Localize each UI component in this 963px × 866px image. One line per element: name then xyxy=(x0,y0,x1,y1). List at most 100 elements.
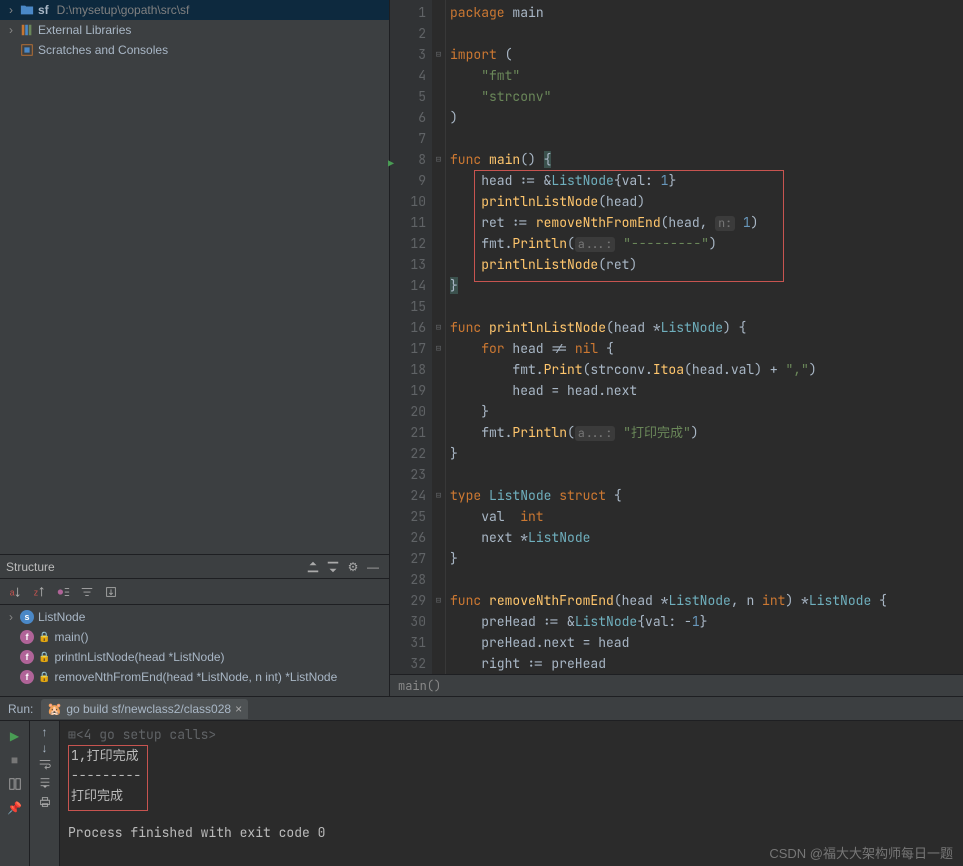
external-libraries[interactable]: › External Libraries xyxy=(0,20,389,40)
project-tree[interactable]: › sf D:\mysetup\gopath\src\sf › External… xyxy=(0,0,389,554)
scratches-consoles[interactable]: Scratches and Consoles xyxy=(0,40,389,60)
breadcrumb-bar[interactable]: main() xyxy=(390,674,963,696)
code-line[interactable]: printlnListNode(head) xyxy=(450,191,963,212)
code-line[interactable]: } xyxy=(450,548,963,569)
code-line[interactable]: } xyxy=(450,443,963,464)
run-action-toolbar: ▶ ■ 📌 xyxy=(0,721,30,866)
code-line[interactable]: val int xyxy=(450,506,963,527)
fold-icon[interactable]: ⊟ xyxy=(436,342,441,354)
code-line[interactable]: for head != nil { xyxy=(450,338,963,359)
code-line[interactable]: } xyxy=(450,401,963,422)
code-line[interactable]: fmt.Println(a...: "打印完成") xyxy=(450,422,963,443)
code-line[interactable] xyxy=(450,464,963,485)
structure-item-label: printlnListNode(head *ListNode) xyxy=(54,650,224,664)
stop-icon[interactable]: ■ xyxy=(4,749,26,771)
code-line[interactable] xyxy=(450,128,963,149)
structure-item[interactable]: f🔒printlnListNode(head *ListNode) xyxy=(0,647,389,667)
sort-alpha-icon[interactable]: a xyxy=(4,581,26,603)
structure-item-label: main() xyxy=(54,630,88,644)
code-line[interactable]: } xyxy=(450,275,963,296)
editor-fold-column[interactable]: ⊟ ⊟ ⊟ ⊟ ⊟ ⊟ xyxy=(432,0,446,696)
code-line[interactable]: ret := removeNthFromEnd(head, n: 1) xyxy=(450,212,963,233)
code-line[interactable]: func removeNthFromEnd(head *ListNode, n … xyxy=(450,590,963,611)
console-line: 打印完成 xyxy=(71,786,141,806)
code-line[interactable]: func printlnListNode(head *ListNode) { xyxy=(450,317,963,338)
structure-item-label: removeNthFromEnd(head *ListNode, n int) … xyxy=(54,670,337,684)
chevron-right-icon[interactable]: › xyxy=(6,610,16,624)
code-line[interactable]: head := &ListNode{val: 1} xyxy=(450,170,963,191)
soft-wrap-icon[interactable] xyxy=(38,757,52,774)
svg-text:z: z xyxy=(34,587,38,597)
scroll-end-icon[interactable] xyxy=(38,776,52,793)
filter-fields-icon[interactable] xyxy=(52,581,74,603)
go-icon: 🐹 xyxy=(47,702,62,716)
svg-text:a: a xyxy=(10,587,15,597)
fold-icon[interactable]: ⊟ xyxy=(436,321,441,333)
code-line[interactable]: ) xyxy=(450,107,963,128)
editor-code-area[interactable]: package main import ( "fmt" "strconv") fun… xyxy=(446,0,963,696)
code-line[interactable] xyxy=(450,296,963,317)
editor-gutter[interactable]: 1234567▶89101112131415161718192021222324… xyxy=(390,0,432,696)
folder-icon xyxy=(20,3,34,17)
lock-icon: 🔒 xyxy=(38,632,50,643)
structure-item[interactable]: ›sListNode xyxy=(0,607,389,627)
code-line[interactable]: printlnListNode(ret) xyxy=(450,254,963,275)
fold-icon[interactable]: ⊟ xyxy=(436,594,441,606)
run-console-toolbar: ↑ ↓ xyxy=(30,721,60,866)
func-icon: f xyxy=(20,670,34,684)
project-root[interactable]: › sf D:\mysetup\gopath\src\sf xyxy=(0,0,389,20)
autoscroll-icon[interactable] xyxy=(100,581,122,603)
code-line[interactable]: fmt.Println(a...: "---------") xyxy=(450,233,963,254)
layout-icon[interactable] xyxy=(4,773,26,795)
rerun-icon[interactable]: ▶ xyxy=(4,725,26,747)
console-setup-calls: <4 go setup calls> xyxy=(76,726,216,743)
expand-all-icon[interactable] xyxy=(303,557,323,577)
code-line[interactable]: next *ListNode xyxy=(450,527,963,548)
fold-icon[interactable]: ⊟ xyxy=(436,489,441,501)
fold-icon[interactable]: ⊟ xyxy=(436,48,441,60)
code-line[interactable]: "strconv" xyxy=(450,86,963,107)
structure-item-label: ListNode xyxy=(38,610,85,624)
collapse-all-icon[interactable] xyxy=(323,557,343,577)
structure-toolbar: a z xyxy=(0,579,389,605)
down-icon[interactable]: ↓ xyxy=(42,741,48,755)
filter-methods-icon[interactable] xyxy=(76,581,98,603)
chevron-right-icon[interactable]: › xyxy=(6,3,16,17)
run-tab-title: go build sf/newclass2/class028 xyxy=(66,702,231,716)
run-label: Run: xyxy=(8,702,33,716)
watermark: CSDN @福大大架构师每日一题 xyxy=(769,843,953,862)
code-line[interactable] xyxy=(450,569,963,590)
print-icon[interactable] xyxy=(38,795,52,812)
structure-item[interactable]: f 🔒 removeNthFromEnd(head *ListNode, n int… xyxy=(0,667,389,687)
code-line[interactable]: func main() { xyxy=(450,149,963,170)
breadcrumb-item[interactable]: main() xyxy=(398,678,441,694)
hide-icon[interactable]: — xyxy=(363,557,383,577)
up-icon[interactable]: ↑ xyxy=(42,725,48,739)
code-line[interactable]: package main xyxy=(450,2,963,23)
chevron-right-icon[interactable]: › xyxy=(6,23,16,37)
code-line[interactable]: import ( xyxy=(450,44,963,65)
lock-icon: 🔒 xyxy=(38,672,50,683)
code-line[interactable]: type ListNode struct { xyxy=(450,485,963,506)
run-tab[interactable]: 🐹 go build sf/newclass2/class028 × xyxy=(41,699,248,719)
code-line[interactable]: "fmt" xyxy=(450,65,963,86)
fold-icon[interactable]: ⊟ xyxy=(436,153,441,165)
code-line[interactable]: right := preHead xyxy=(450,653,963,674)
structure-list[interactable]: ›sListNode f 🔒 main() f🔒printlnListNode(he… xyxy=(0,605,389,696)
code-line[interactable]: fmt.Print(strconv.Itoa(head.val) + ",") xyxy=(450,359,963,380)
gear-icon[interactable]: ⚙ xyxy=(343,557,363,577)
code-line[interactable]: head = head.next xyxy=(450,380,963,401)
code-editor[interactable]: 1234567▶89101112131415161718192021222324… xyxy=(390,0,963,696)
structure-title: Structure xyxy=(6,560,303,574)
code-line[interactable]: preHead := &ListNode{val: -1} xyxy=(450,611,963,632)
sort-visibility-icon[interactable]: z xyxy=(28,581,50,603)
project-root-path: D:\mysetup\gopath\src\sf xyxy=(57,3,190,17)
structure-item[interactable]: f🔒main() xyxy=(0,627,389,647)
close-icon[interactable]: × xyxy=(235,702,242,716)
pin-icon[interactable]: 📌 xyxy=(4,797,26,819)
code-line[interactable] xyxy=(450,23,963,44)
code-line[interactable]: preHead.next = head xyxy=(450,632,963,653)
fold-indicator[interactable]: ⊞ xyxy=(68,726,76,743)
library-icon xyxy=(20,23,34,37)
scratches-label: Scratches and Consoles xyxy=(38,43,168,57)
